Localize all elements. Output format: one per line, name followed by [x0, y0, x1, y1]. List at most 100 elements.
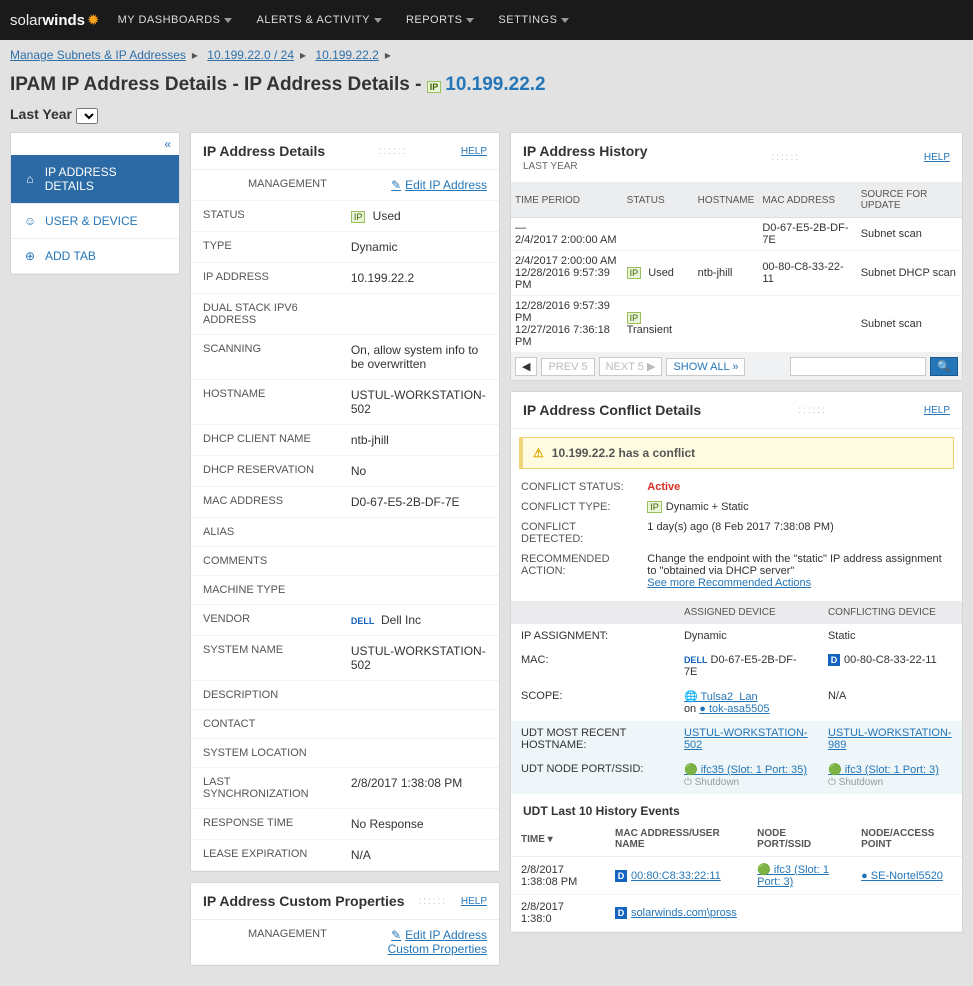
- history-row[interactable]: 12/28/2016 9:57:39 PM 12/27/2016 7:36:18…: [511, 296, 962, 353]
- chevron-down-icon: [561, 18, 569, 23]
- ip-status-icon: IP: [427, 81, 442, 93]
- ev-col-port[interactable]: NODE PORT/SSID: [747, 822, 851, 857]
- vendor-dlink-icon: D: [828, 654, 840, 666]
- page-title: IPAM IP Address Details - IP Address Det…: [0, 70, 973, 106]
- detail-value: [339, 576, 499, 605]
- vendor-icon: D: [615, 870, 627, 882]
- vendor-icon: D: [615, 907, 627, 919]
- chevron-right-icon: ▸: [300, 48, 306, 62]
- ev-port-link[interactable]: 🟢 ifc3 (Slot: 1 Port: 3): [757, 864, 829, 888]
- nav-reports[interactable]: REPORTS: [406, 14, 474, 26]
- vendor-dell-icon: DELL: [684, 655, 708, 665]
- detail-key: IP ADDRESS: [191, 263, 339, 294]
- ev-mac-link[interactable]: Dsolarwinds.com\pross: [615, 907, 737, 919]
- detail-value: USTUL-WORKSTATION-502: [339, 636, 499, 681]
- management-label: MANAGEMENT: [191, 920, 339, 965]
- recommended-actions-link[interactable]: See more Recommended Actions: [647, 577, 811, 589]
- pencil-icon: ✎: [391, 178, 401, 192]
- custom-props-title: IP Address Custom Properties: [203, 893, 405, 909]
- dhcp-server-link[interactable]: ● tok-asa5505: [699, 703, 769, 715]
- vendor-dell-icon: DELL: [351, 616, 375, 626]
- conflict-warning: ⚠ 10.199.22.2 has a conflict: [519, 437, 954, 469]
- udt-host-c-link[interactable]: USTUL-WORKSTATION-989: [828, 727, 952, 751]
- crumb-ip[interactable]: 10.199.22.2: [315, 48, 378, 62]
- nav-settings[interactable]: SETTINGS: [498, 14, 569, 26]
- detail-value: USTUL-WORKSTATION-502: [339, 380, 499, 425]
- help-link[interactable]: HELP: [461, 146, 487, 157]
- ip-status-icon: IP: [627, 312, 642, 324]
- detail-value: N/A: [339, 840, 499, 871]
- prev5-button[interactable]: PREV 5: [541, 358, 594, 376]
- udt-port-a-link[interactable]: 🟢 ifc35 (Slot: 1 Port: 35): [684, 764, 807, 776]
- event-row[interactable]: 2/8/2017 1:38:08 PMD00:80:C8:33:22:11🟢 i…: [511, 857, 962, 895]
- nav-icon: ☺: [23, 214, 37, 228]
- ev-col-time[interactable]: TIME ▾: [511, 822, 605, 857]
- history-row[interactable]: 2/4/2017 2:00:00 AM 12/28/2016 9:57:39 P…: [511, 251, 962, 296]
- help-link[interactable]: HELP: [461, 896, 487, 907]
- prev-page-button[interactable]: ◀: [515, 357, 537, 376]
- drag-handle-icon[interactable]: ::::::: [798, 405, 827, 416]
- detail-value: [339, 294, 499, 335]
- shutdown-a[interactable]: ⏻ Shutdown: [684, 777, 739, 788]
- nav-alerts-activity[interactable]: ALERTS & ACTIVITY: [256, 14, 381, 26]
- detail-key: DESCRIPTION: [191, 681, 339, 710]
- detail-key: CONTACT: [191, 710, 339, 739]
- crumb-subnet[interactable]: 10.199.22.0 / 24: [207, 48, 294, 62]
- left-nav: « ⌂IP ADDRESS DETAILS☺USER & DEVICE⊕ADD …: [10, 132, 180, 275]
- edit-ip-address-link[interactable]: ✎Edit IP Address: [391, 178, 487, 192]
- udt-host-a-link[interactable]: USTUL-WORKSTATION-502: [684, 727, 808, 751]
- chevron-down-icon: [224, 18, 232, 23]
- col-hostname: HOSTNAME: [694, 183, 759, 218]
- drag-handle-icon[interactable]: ::::::: [771, 152, 800, 163]
- help-link[interactable]: HELP: [924, 405, 950, 416]
- detail-value: [339, 739, 499, 768]
- detail-value: No: [339, 456, 499, 487]
- show-all-button[interactable]: SHOW ALL »: [666, 358, 745, 376]
- ip-history-title: IP Address History: [523, 143, 648, 159]
- udt-events-title: UDT Last 10 History Events: [511, 794, 962, 822]
- detail-key: DUAL STACK IPV6 ADDRESS: [191, 294, 339, 335]
- col-conflicting: CONFLICTING DEVICE: [818, 601, 962, 624]
- col-mac: MAC ADDRESS: [758, 183, 856, 218]
- ev-col-node[interactable]: NODE/ACCESS POINT: [851, 822, 962, 857]
- management-label: MANAGEMENT: [191, 170, 339, 201]
- sidebar-item-2[interactable]: ⊕ADD TAB: [11, 239, 179, 274]
- event-row[interactable]: 2/8/2017 1:38:0Dsolarwinds.com\pross: [511, 895, 962, 932]
- history-row[interactable]: — 2/4/2017 2:00:00 AMD0-67-E5-2B-DF-7ESu…: [511, 218, 962, 251]
- detail-key: LAST SYNCHRONIZATION: [191, 768, 339, 809]
- scope-link[interactable]: 🌐 Tulsa2_Lan: [684, 691, 758, 703]
- nav-icon: ⊕: [23, 249, 37, 263]
- detail-key: SYSTEM NAME: [191, 636, 339, 681]
- detail-key: LEASE EXPIRATION: [191, 840, 339, 871]
- detail-key: DHCP CLIENT NAME: [191, 425, 339, 456]
- history-search-input[interactable]: [790, 357, 926, 376]
- crumb-manage[interactable]: Manage Subnets & IP Addresses: [10, 48, 186, 62]
- detail-value: On, allow system info to be overwritten: [339, 335, 499, 380]
- next5-button[interactable]: NEXT 5 ▶: [599, 357, 663, 376]
- history-search-button[interactable]: 🔍: [930, 357, 958, 376]
- collapse-button[interactable]: «: [11, 133, 179, 155]
- nav-my-dashboards[interactable]: MY DASHBOARDS: [118, 14, 233, 26]
- logo: solarwinds✹: [10, 11, 100, 29]
- chevron-right-icon: ▸: [192, 48, 198, 62]
- custom-props-card: IP Address Custom Properties :::::: HELP…: [190, 882, 500, 966]
- ev-node-link[interactable]: ● SE-Nortel5520: [861, 870, 943, 882]
- detail-value: No Response: [339, 809, 499, 840]
- ev-mac-link[interactable]: D00:80:C8:33:22:11: [615, 870, 721, 882]
- sidebar-item-1[interactable]: ☺USER & DEVICE: [11, 204, 179, 239]
- time-filter[interactable]: Last Year: [0, 106, 973, 132]
- drag-handle-icon[interactable]: ::::::: [418, 896, 447, 907]
- edit-custom-props-link[interactable]: ✎Edit IP Address Custom Properties: [388, 928, 487, 956]
- chevron-right-icon: ▸: [385, 48, 391, 62]
- drag-handle-icon[interactable]: ::::::: [379, 146, 408, 157]
- detail-key: ALIAS: [191, 518, 339, 547]
- shutdown-c[interactable]: ⏻ Shutdown: [828, 777, 883, 788]
- ip-history-subtitle: LAST YEAR: [523, 161, 648, 172]
- ev-col-mac[interactable]: MAC ADDRESS/USER NAME: [605, 822, 747, 857]
- sort-desc-icon: ▾: [548, 834, 553, 845]
- time-filter-select[interactable]: [76, 108, 98, 124]
- warning-icon: ⚠: [533, 446, 544, 460]
- help-link[interactable]: HELP: [924, 152, 950, 163]
- sidebar-item-0[interactable]: ⌂IP ADDRESS DETAILS: [11, 155, 179, 204]
- udt-port-c-link[interactable]: 🟢 ifc3 (Slot: 1 Port: 3): [828, 764, 939, 776]
